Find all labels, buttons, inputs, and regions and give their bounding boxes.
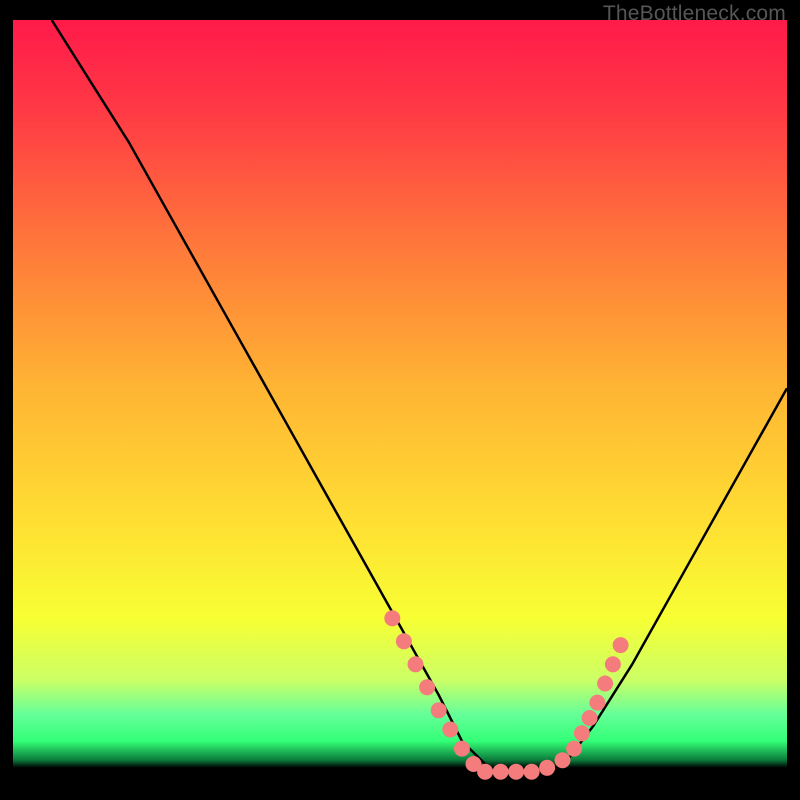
data-point (493, 764, 509, 780)
data-point (384, 610, 400, 626)
data-point (419, 679, 435, 695)
data-point (396, 633, 412, 649)
data-point (613, 637, 629, 653)
chart-frame (13, 20, 787, 787)
watermark-text: TheBottleneck.com (603, 2, 786, 26)
data-point (566, 741, 582, 757)
data-point (442, 722, 458, 738)
data-point (408, 656, 424, 672)
bottleneck-chart (13, 20, 787, 787)
data-point (524, 764, 540, 780)
data-point (508, 764, 524, 780)
data-point (589, 695, 605, 711)
data-point (555, 752, 571, 768)
data-point (582, 710, 598, 726)
data-point (574, 725, 590, 741)
data-point (539, 760, 555, 776)
data-point (431, 702, 447, 718)
data-point (597, 676, 613, 692)
data-point (477, 764, 493, 780)
data-point (605, 656, 621, 672)
data-point (454, 741, 470, 757)
gradient-background (13, 20, 787, 787)
